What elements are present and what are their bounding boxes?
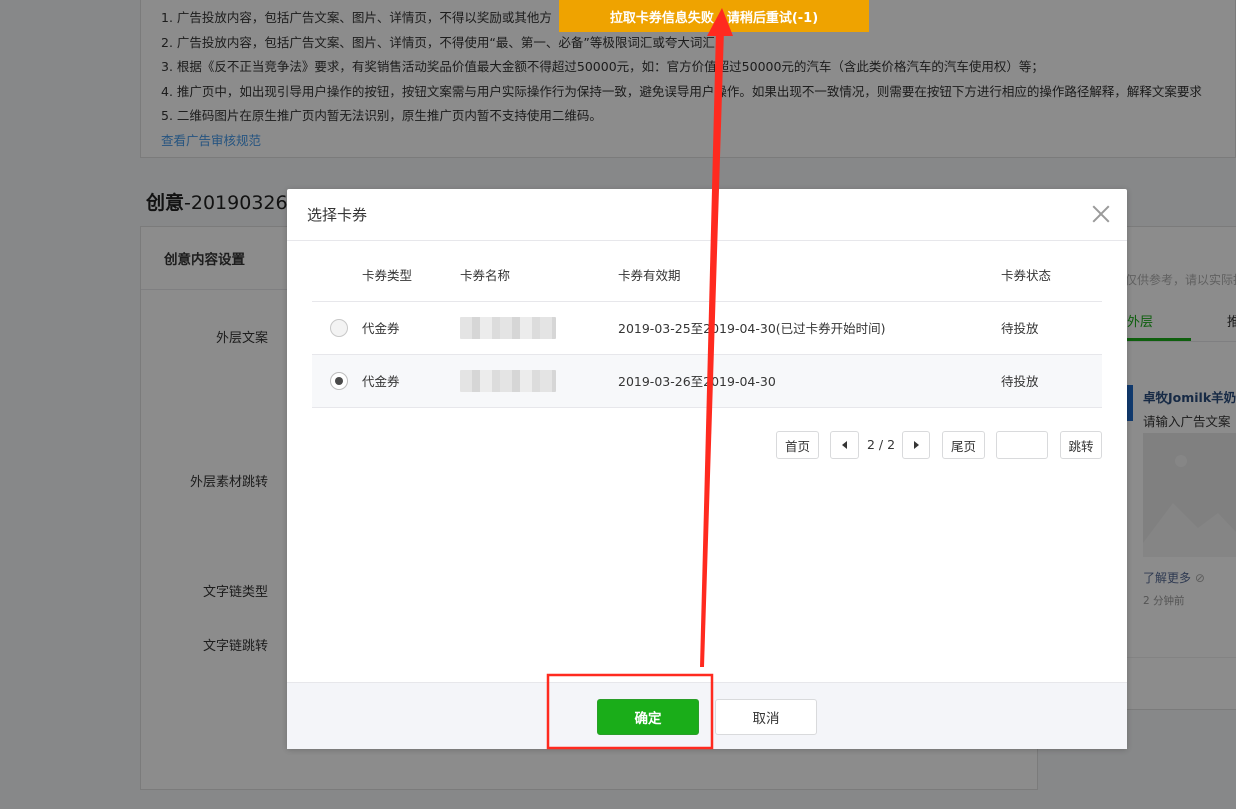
table-header-row: 卡券类型 卡券名称 卡券有效期 卡券状态 — [312, 265, 1102, 302]
coupon-status: 待投放 — [1001, 354, 1102, 408]
coupon-status: 待投放 — [1001, 301, 1102, 355]
prev-page-button[interactable] — [830, 431, 859, 459]
jump-button[interactable]: 跳转 — [1060, 431, 1102, 459]
last-page-button[interactable]: 尾页 — [942, 431, 985, 459]
page-jump-input[interactable] — [996, 431, 1048, 459]
col-coupon-name: 卡券名称 — [460, 265, 618, 302]
coupon-radio-2[interactable] — [330, 371, 348, 390]
confirm-button[interactable]: 确定 — [597, 699, 699, 735]
coupon-validity: 2019-03-26至2019-04-30 — [618, 354, 1001, 408]
first-page-button[interactable]: 首页 — [776, 431, 819, 459]
select-coupon-dialog: 选择卡券 卡券类型 卡券名称 卡券有效期 卡券状态 代金券 2019-03-25… — [287, 189, 1127, 749]
page-indicator: 2 / 2 — [867, 437, 896, 452]
col-coupon-type: 卡券类型 — [362, 265, 460, 302]
coupon-table: 卡券类型 卡券名称 卡券有效期 卡券状态 代金券 2019-03-25至2019… — [312, 265, 1102, 408]
coupon-name-blurred — [460, 369, 556, 392]
coupon-type: 代金券 — [362, 301, 460, 355]
chevron-right-icon — [913, 441, 919, 449]
dialog-header: 选择卡券 — [287, 189, 1127, 241]
error-toast: 拉取卡券信息失败，请稍后重试(-1) — [559, 0, 869, 32]
dialog-footer: 确定 取消 — [287, 682, 1127, 749]
coupon-radio-1[interactable] — [330, 318, 348, 337]
col-coupon-validity: 卡券有效期 — [618, 265, 1001, 302]
table-row[interactable]: 代金券 2019-03-25至2019-04-30(已过卡券开始时间) 待投放 — [312, 301, 1102, 355]
chevron-left-icon — [842, 441, 847, 449]
col-coupon-status: 卡券状态 — [1001, 265, 1102, 302]
coupon-name-blurred — [460, 316, 556, 339]
dialog-title: 选择卡券 — [307, 206, 368, 224]
table-row[interactable]: 代金券 2019-03-26至2019-04-30 待投放 — [312, 354, 1102, 408]
cancel-button[interactable]: 取消 — [715, 699, 817, 735]
next-page-button[interactable] — [902, 431, 930, 459]
close-icon[interactable] — [1092, 205, 1110, 223]
coupon-validity: 2019-03-25至2019-04-30(已过卡券开始时间) — [618, 301, 1001, 355]
coupon-type: 代金券 — [362, 354, 460, 408]
